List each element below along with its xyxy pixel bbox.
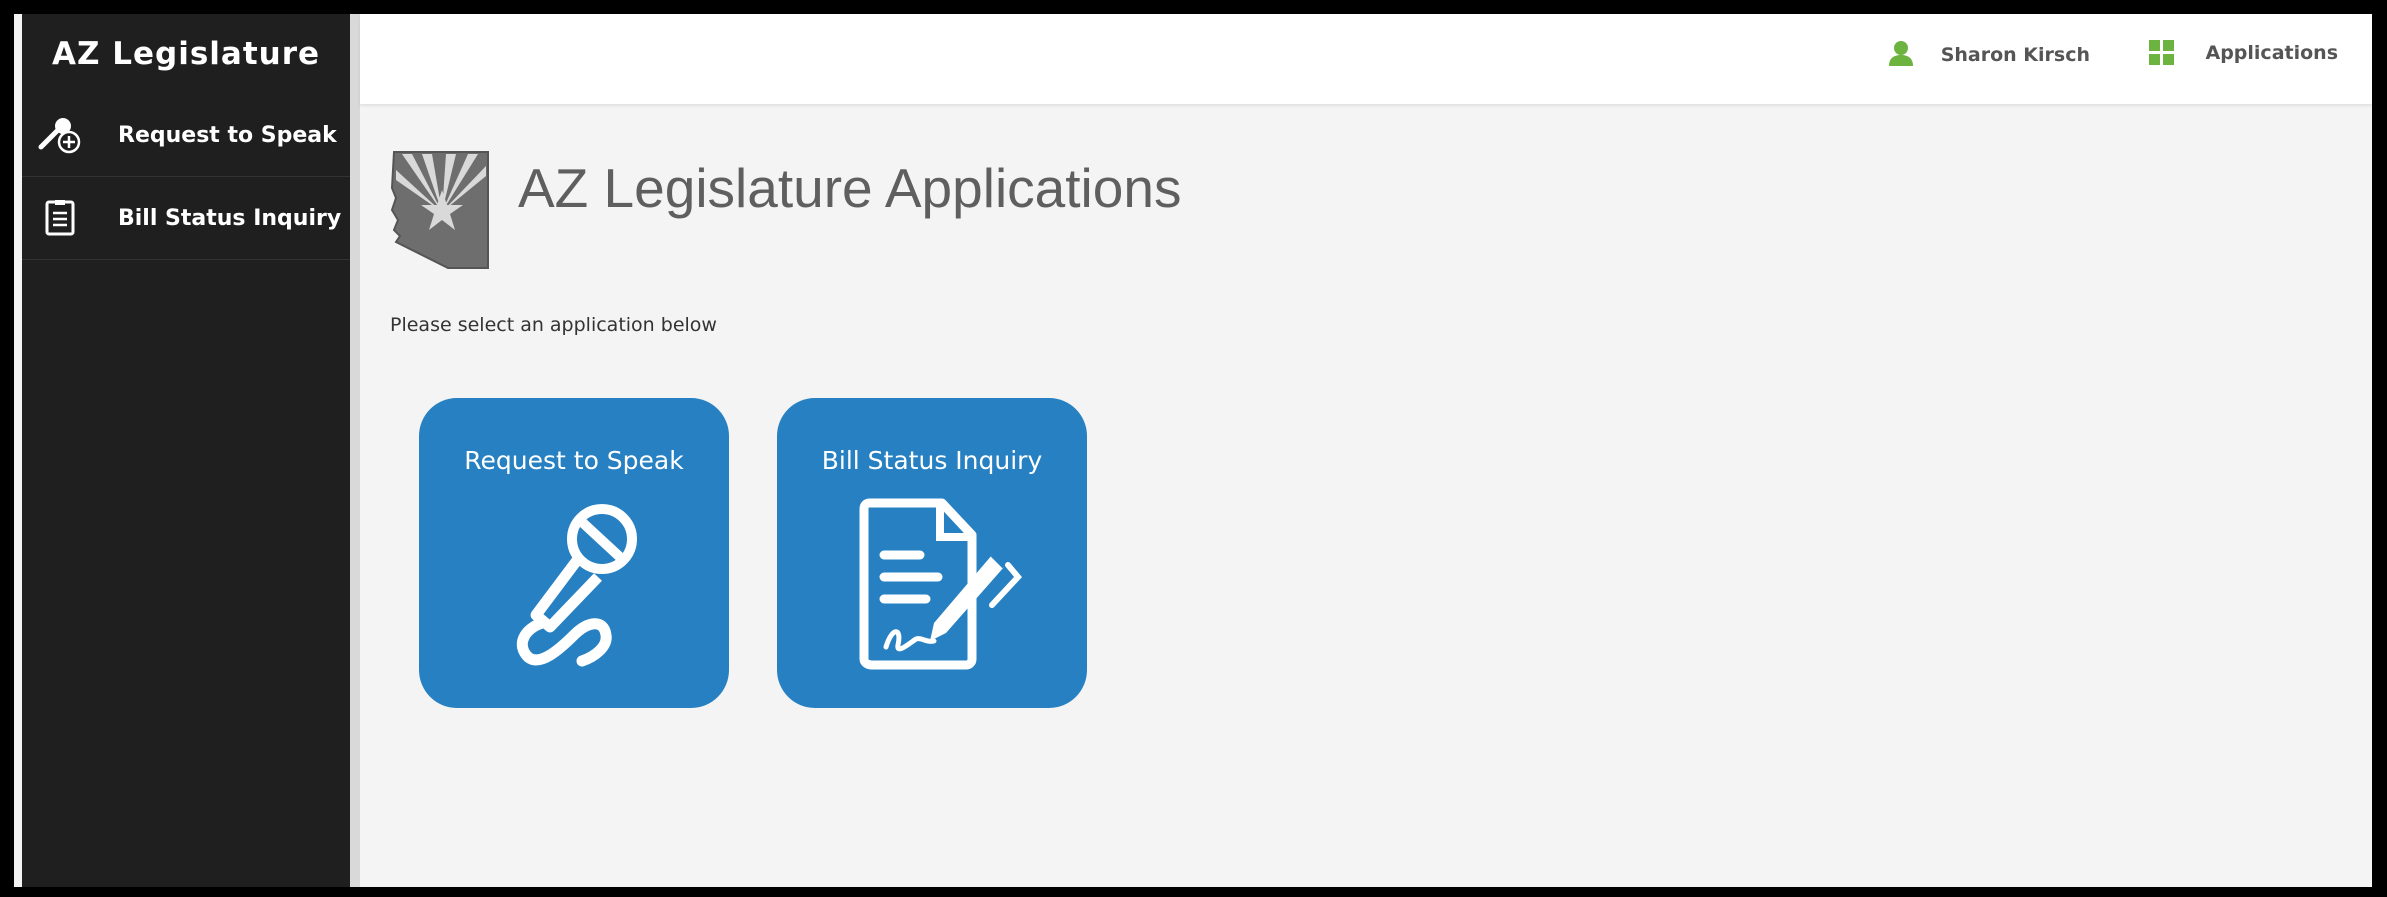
sidebar-item-label: Request to Speak	[118, 122, 337, 148]
sidebar: AZ Legislature Request to Speak Bill Sta…	[22, 14, 350, 887]
sidebar-item-request-to-speak[interactable]: Request to Speak	[22, 94, 350, 177]
app-window: AZ Legislature Request to Speak Bill Sta…	[14, 14, 2372, 887]
arizona-state-logo	[390, 150, 492, 274]
grid-icon	[2148, 40, 2174, 65]
tile-request-to-speak[interactable]: Request to Speak	[419, 398, 729, 708]
tile-label: Bill Status Inquiry	[821, 446, 1043, 475]
page-subtitle: Please select an application below	[390, 314, 717, 336]
user-menu[interactable]: Sharon Kirsch	[1888, 40, 2090, 70]
document-icon	[38, 196, 82, 240]
applications-menu[interactable]: Applications	[2148, 40, 2339, 65]
sidebar-item-bill-status-inquiry[interactable]: Bill Status Inquiry	[22, 177, 350, 260]
user-icon	[1888, 40, 1913, 70]
applications-label: Applications	[2205, 41, 2339, 64]
tile-bill-status-inquiry[interactable]: Bill Status Inquiry	[777, 398, 1087, 708]
tile-label: Request to Speak	[464, 446, 684, 475]
brand-title: AZ Legislature	[51, 36, 321, 72]
microphone-icon	[419, 497, 729, 667]
sidebar-item-label: Bill Status Inquiry	[118, 205, 342, 231]
sidebar-divider	[350, 14, 360, 887]
user-name: Sharon Kirsch	[1940, 44, 2090, 66]
microphone-add-icon	[38, 113, 82, 157]
page-title: AZ Legislature Applications	[518, 157, 1182, 219]
page-heading: AZ Legislature Applications	[390, 150, 1181, 274]
top-bar: Sharon Kirsch Applications	[360, 14, 2372, 105]
document-pen-icon	[777, 497, 1087, 672]
